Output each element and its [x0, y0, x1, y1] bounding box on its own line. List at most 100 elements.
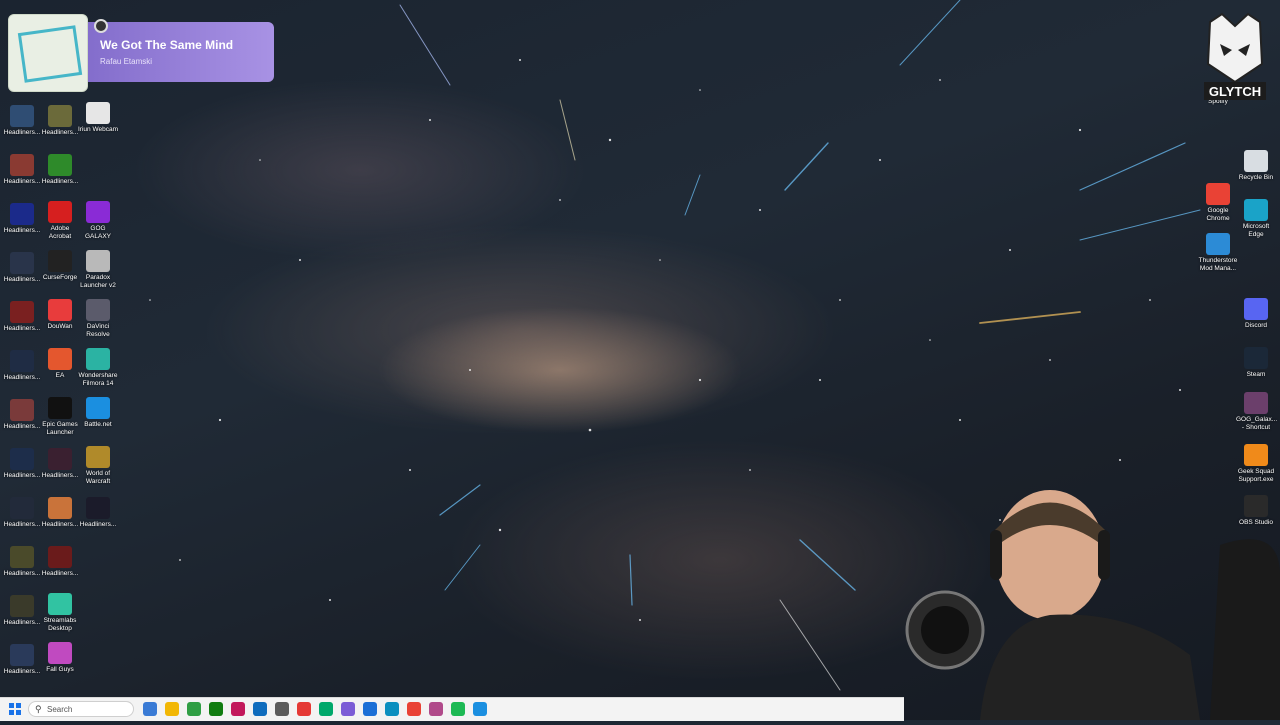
- desktop-icon[interactable]: CurseForge: [40, 250, 80, 282]
- app-icon: [1244, 444, 1268, 466]
- taskbar-app-icon[interactable]: [165, 702, 179, 716]
- taskbar-app-icon[interactable]: [297, 702, 311, 716]
- taskbar-app-icon[interactable]: [363, 702, 377, 716]
- power-icon[interactable]: [94, 19, 108, 33]
- desktop-icon[interactable]: Headliners...: [2, 105, 42, 137]
- desktop-icon[interactable]: Headliners...: [2, 301, 42, 333]
- desktop-icon-label: Microsoft Edge: [1242, 223, 1270, 238]
- app-icon: [1206, 233, 1230, 255]
- desktop-icon-label: Headliners...: [79, 521, 117, 528]
- app-icon: [1206, 183, 1230, 205]
- desktop-icon[interactable]: World of Warcraft: [78, 446, 118, 486]
- desktop-icon-label: Discord: [1244, 322, 1268, 329]
- app-icon: [10, 644, 34, 666]
- desktop-icon-label: Headliners...: [41, 129, 79, 136]
- desktop-icon[interactable]: Google Chrome: [1198, 183, 1238, 223]
- desktop-icon[interactable]: Headliners...: [40, 497, 80, 529]
- desktop-icon-label: Headliners...: [41, 570, 79, 577]
- desktop-icon[interactable]: Headliners...: [78, 497, 118, 529]
- taskbar-app-icon[interactable]: [385, 702, 399, 716]
- desktop-icon[interactable]: Headliners...: [2, 350, 42, 382]
- taskbar-app-icon[interactable]: [253, 702, 267, 716]
- desktop-icon[interactable]: Steam: [1236, 347, 1276, 379]
- taskbar-app-icon[interactable]: [231, 702, 245, 716]
- taskbar-app-icon[interactable]: [275, 702, 289, 716]
- taskbar-app-icon[interactable]: [407, 702, 421, 716]
- desktop-icon-label: Headliners...: [41, 521, 79, 528]
- desktop-icon-label: Headliners...: [3, 227, 41, 234]
- taskbar-app-icon[interactable]: [473, 702, 487, 716]
- desktop-icon[interactable]: GOG GALAXY: [78, 201, 118, 241]
- desktop-icon-label: Epic Games Launcher: [42, 421, 78, 436]
- desktop-icon[interactable]: Headliners...: [40, 546, 80, 578]
- desktop-icon-label: Headliners...: [41, 472, 79, 479]
- desktop-icon-label: Steam: [1246, 371, 1266, 378]
- app-icon: [10, 154, 34, 176]
- desktop-icon-label: Geek Squad Support.exe: [1237, 468, 1275, 483]
- desktop-icon[interactable]: Fall Guys: [40, 642, 80, 674]
- desktop-icon[interactable]: DaVinci Resolve: [78, 299, 118, 339]
- desktop-icon[interactable]: Headliners...: [2, 203, 42, 235]
- album-art: [8, 14, 88, 92]
- desktop-icon[interactable]: Headliners...: [2, 154, 42, 186]
- desktop-icon[interactable]: Headliners...: [40, 154, 80, 186]
- desktop-icon[interactable]: Headliners...: [40, 105, 80, 137]
- now-playing-artist: Rafau Etamski: [100, 57, 153, 66]
- desktop-icon[interactable]: Adobe Acrobat: [40, 201, 80, 241]
- taskbar-app-icon[interactable]: [429, 702, 443, 716]
- app-icon: [10, 252, 34, 274]
- desktop-icon[interactable]: Microsoft Edge: [1236, 199, 1276, 239]
- taskbar-search-box[interactable]: ⚲ Search: [28, 701, 134, 717]
- app-icon: [10, 448, 34, 470]
- desktop-icon[interactable]: Headliners...: [40, 448, 80, 480]
- taskbar-app-icon[interactable]: [187, 702, 201, 716]
- app-icon: [1244, 298, 1268, 320]
- app-icon: [48, 593, 72, 615]
- desktop-icon[interactable]: Iriun Webcam: [78, 102, 118, 134]
- desktop-icon-label: Recycle Bin: [1238, 174, 1274, 181]
- desktop-icon-label: Headliners...: [3, 521, 41, 528]
- desktop-icon[interactable]: DouWan: [40, 299, 80, 331]
- app-icon: [1244, 199, 1268, 221]
- taskbar-app-icon[interactable]: [319, 702, 333, 716]
- taskbar-app-icon[interactable]: [209, 702, 223, 716]
- desktop-icon[interactable]: Headliners...: [2, 546, 42, 578]
- desktop-icon[interactable]: Thunderstore Mod Mana...: [1198, 233, 1238, 273]
- desktop-icon[interactable]: Wondershare Filmora 14: [78, 348, 118, 388]
- desktop-icon[interactable]: Paradox Launcher v2: [78, 250, 118, 290]
- desktop-icon-label: GOG_Galax... - Shortcut: [1236, 416, 1278, 431]
- windows-start-icon[interactable]: [9, 703, 21, 715]
- app-icon: [48, 448, 72, 470]
- app-icon: [86, 497, 110, 519]
- app-icon: [48, 348, 72, 370]
- desktop-icon[interactable]: Headliners...: [2, 497, 42, 529]
- desktop-icon[interactable]: Discord: [1236, 298, 1276, 330]
- desktop-icon-label: Headliners...: [3, 472, 41, 479]
- app-icon: [1244, 392, 1268, 414]
- desktop-icon[interactable]: Headliners...: [2, 399, 42, 431]
- desktop-icon[interactable]: Headliners...: [2, 595, 42, 627]
- desktop-icon[interactable]: Epic Games Launcher: [40, 397, 80, 437]
- taskbar-app-icon[interactable]: [451, 702, 465, 716]
- app-icon: [10, 546, 34, 568]
- desktop-icon[interactable]: Battle.net: [78, 397, 118, 429]
- desktop-icon[interactable]: Headliners...: [2, 448, 42, 480]
- desktop-icon-label: Fall Guys: [46, 666, 74, 673]
- app-icon: [86, 201, 110, 223]
- desktop-icon[interactable]: Headliners...: [2, 644, 42, 676]
- app-icon: [10, 399, 34, 421]
- search-placeholder: Search: [47, 705, 73, 714]
- taskbar-app-icon[interactable]: [143, 702, 157, 716]
- desktop-icon[interactable]: Streamlabs Desktop: [40, 593, 80, 633]
- desktop-icon[interactable]: EA: [40, 348, 80, 380]
- app-icon: [10, 350, 34, 372]
- app-icon: [86, 299, 110, 321]
- desktop-icon-label: Headliners...: [3, 668, 41, 675]
- desktop-icon[interactable]: Headliners...: [2, 252, 42, 284]
- now-playing-widget[interactable]: We Got The Same Mind Rafau Etamski: [8, 14, 274, 92]
- desktop-icon[interactable]: Geek Squad Support.exe: [1236, 444, 1276, 484]
- taskbar-app-icon[interactable]: [341, 702, 355, 716]
- desktop-icon[interactable]: Recycle Bin: [1236, 150, 1276, 182]
- desktop-icon[interactable]: GOG_Galax... - Shortcut: [1236, 392, 1278, 432]
- app-icon: [10, 595, 34, 617]
